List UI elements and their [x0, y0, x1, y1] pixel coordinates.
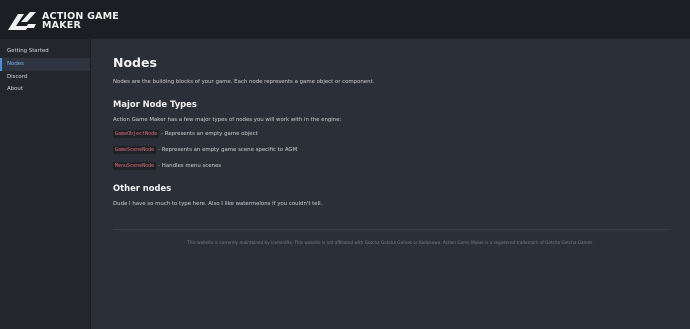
- code-menuscenenode: MenuSceneNode: [113, 162, 157, 170]
- main-content: Nodes Nodes are the building blocks of y…: [91, 39, 690, 329]
- top-header: ACTION GAME MAKER: [0, 0, 690, 39]
- footer-text: This website is currently maintained by …: [187, 240, 594, 245]
- other-nodes-heading: Other nodes: [113, 183, 172, 193]
- logo-icon: [8, 12, 36, 30]
- major-node-types-heading: Major Node Types: [113, 99, 197, 109]
- node-type-item: GameObjectNode - Represents an empty gam…: [113, 130, 258, 138]
- node-type-description: - Handles menu scenes: [158, 163, 222, 169]
- page-title: Nodes: [113, 55, 157, 70]
- code-gamescenenode: GameSceneNode: [113, 146, 157, 154]
- sidebar-item-about[interactable]: About: [0, 83, 90, 96]
- site-logo[interactable]: ACTION GAME MAKER: [6, 10, 122, 32]
- intro-text: Nodes are the building blocks of your ga…: [113, 79, 375, 85]
- logo-text: ACTION GAME MAKER: [42, 11, 119, 31]
- sidebar-item-discord[interactable]: Discord: [0, 71, 90, 84]
- other-nodes-text: Dude I have so much to type here. Also I…: [113, 201, 323, 207]
- sidebar-nav: Getting Started Nodes Discord About: [0, 39, 91, 329]
- code-gameobjectnode: GameObjectNode: [113, 130, 160, 138]
- node-type-item: GameSceneNode - Represents an empty game…: [113, 146, 297, 154]
- node-type-description: - Represents an empty game object: [161, 131, 258, 137]
- sidebar-item-getting-started[interactable]: Getting Started: [0, 45, 90, 58]
- major-intro-text: Action Game Maker has a few major types …: [113, 117, 342, 123]
- node-type-description: - Represents an empty game scene specifi…: [158, 147, 298, 153]
- node-type-item: MenuSceneNode - Handles menu scenes: [113, 162, 221, 170]
- footer-divider: [113, 229, 668, 230]
- sidebar-item-nodes[interactable]: Nodes: [0, 57, 90, 71]
